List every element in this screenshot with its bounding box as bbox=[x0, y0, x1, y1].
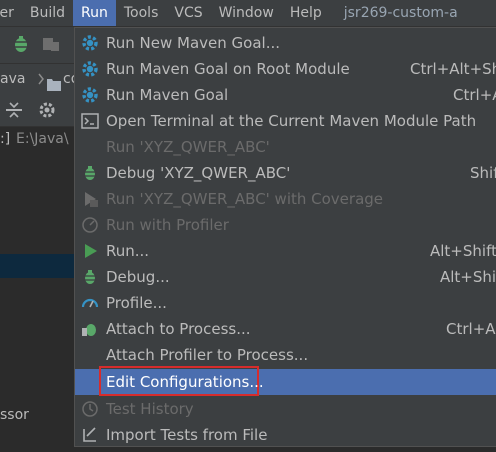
menu-item-label: Attach to Process... bbox=[106, 320, 251, 338]
menu-item-label: Edit Configurations... bbox=[106, 373, 264, 391]
menu-item-label: Profile... bbox=[106, 294, 167, 312]
menu-item-label: Test History bbox=[106, 400, 194, 418]
menu-item-run[interactable]: Run... Alt+Shift bbox=[75, 238, 496, 264]
project-tree: :] E:\Java\ ssor bbox=[0, 127, 80, 438]
menu-help[interactable]: Help bbox=[282, 0, 330, 26]
debug-bug-icon[interactable] bbox=[10, 33, 32, 55]
menu-item-shortcut: Shif bbox=[470, 164, 496, 182]
terminal-icon bbox=[81, 112, 99, 130]
menu-item-label: Run... bbox=[106, 242, 150, 260]
coverage-icon bbox=[81, 190, 99, 208]
tree-selected-row[interactable] bbox=[0, 254, 80, 278]
menu-item-edit-configurations[interactable]: Edit Configurations... bbox=[75, 366, 496, 396]
menu-item-profile[interactable]: Profile... bbox=[75, 290, 496, 316]
menu-item-run-new-maven-goal[interactable]: Run New Maven Goal... bbox=[75, 30, 496, 56]
menu-vcs[interactable]: VCS bbox=[166, 0, 210, 26]
debug-bug-icon bbox=[81, 164, 99, 182]
collapse-all-icon[interactable] bbox=[4, 101, 24, 123]
maven-gear-icon bbox=[81, 86, 99, 104]
menu-window[interactable]: Window bbox=[211, 0, 282, 26]
menu-item-test-history: Test History bbox=[75, 396, 496, 422]
menu-item-label: Run with Profiler bbox=[106, 216, 229, 234]
menu-item-import-tests[interactable]: Import Tests from File bbox=[75, 422, 496, 448]
gear-icon[interactable] bbox=[38, 101, 56, 123]
menu-item-label: Debug... bbox=[106, 268, 170, 286]
menu-item-shortcut: Ctrl+Al bbox=[446, 320, 496, 338]
menu-item-run-with-coverage: Run 'XYZ_QWER_ABC' with Coverage bbox=[75, 186, 496, 212]
menu-run[interactable]: Run bbox=[73, 0, 116, 26]
menu-tools[interactable]: Tools bbox=[116, 0, 167, 26]
breadcrumb-item[interactable]: ava bbox=[0, 64, 25, 94]
menu-item-shortcut: Alt+Shi bbox=[440, 268, 496, 286]
menu-item-open-terminal-maven[interactable]: Open Terminal at the Current Maven Modul… bbox=[75, 108, 496, 134]
maven-gear-icon bbox=[81, 60, 99, 78]
menu-item-run-config: Run 'XYZ_QWER_ABC' bbox=[75, 134, 496, 160]
profile-gauge-icon bbox=[81, 294, 99, 312]
menu-item-label: Debug 'XYZ_QWER_ABC' bbox=[106, 164, 291, 182]
menu-build[interactable]: Build bbox=[22, 0, 73, 26]
menu-item-label: Run Maven Goal bbox=[106, 86, 229, 104]
menu-item-label: Run 'XYZ_QWER_ABC' bbox=[106, 138, 270, 156]
attach-icon[interactable] bbox=[40, 33, 62, 55]
menu-refactor[interactable]: ter bbox=[0, 0, 22, 26]
tree-row-lead: :] bbox=[0, 131, 11, 147]
menu-item-shortcut: Alt+Shift bbox=[430, 242, 496, 260]
run-menu-dropdown: Run New Maven Goal... Run Maven Goal on … bbox=[74, 27, 496, 447]
tree-row-path[interactable]: E:\Java\ bbox=[16, 131, 69, 147]
menu-item-label: Run Maven Goal on Root Module bbox=[106, 60, 350, 78]
tree-row-label[interactable]: ssor bbox=[0, 407, 29, 423]
debug-bug-icon bbox=[81, 268, 99, 286]
menu-item-label: Attach Profiler to Process... bbox=[106, 346, 309, 364]
menu-item-run-with-profiler: Run with Profiler bbox=[75, 212, 496, 238]
run-play-icon bbox=[81, 242, 99, 260]
maven-gear-icon bbox=[81, 34, 99, 52]
profiler-icon bbox=[81, 216, 99, 234]
menu-item-attach-to-process[interactable]: Attach to Process... Ctrl+Al bbox=[75, 316, 496, 342]
menu-item-run-maven-goal-root[interactable]: Run Maven Goal on Root Module Ctrl+Alt+S… bbox=[75, 56, 496, 82]
menu-item-run-maven-goal[interactable]: Run Maven Goal Ctrl+A bbox=[75, 82, 496, 108]
menu-item-attach-profiler[interactable]: Attach Profiler to Process... bbox=[75, 342, 496, 368]
menu-item-debug-config[interactable]: Debug 'XYZ_QWER_ABC' Shif bbox=[75, 160, 496, 186]
breadcrumb: ava co bbox=[0, 63, 80, 95]
main-toolbar bbox=[0, 27, 80, 63]
menu-item-debug[interactable]: Debug... Alt+Shi bbox=[75, 264, 496, 290]
history-clock-icon bbox=[81, 400, 99, 418]
menu-item-shortcut: Ctrl+A bbox=[453, 86, 496, 104]
menu-item-label: Import Tests from File bbox=[106, 426, 268, 444]
menu-item-label: Run New Maven Goal... bbox=[106, 34, 280, 52]
project-toolbar bbox=[0, 94, 80, 127]
menu-item-label: Run 'XYZ_QWER_ABC' with Coverage bbox=[106, 190, 384, 208]
menu-item-shortcut: Ctrl+Alt+Sh bbox=[410, 60, 496, 78]
import-tests-icon bbox=[81, 426, 99, 444]
menu-bar: ter Build Run Tools VCS Window Help jsr2… bbox=[0, 0, 496, 27]
menu-item-label: Open Terminal at the Current Maven Modul… bbox=[106, 112, 477, 130]
attach-debug-icon bbox=[81, 320, 99, 338]
window-title: jsr269-custom-a bbox=[343, 5, 458, 21]
